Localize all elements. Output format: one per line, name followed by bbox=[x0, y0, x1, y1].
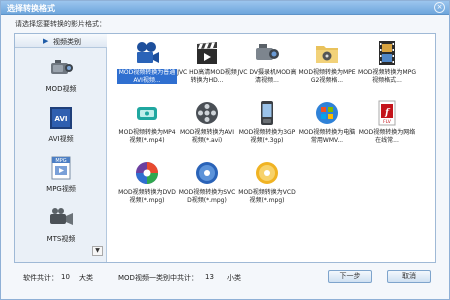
title-bar[interactable]: 选择转换格式 × bbox=[1, 1, 449, 15]
format-label: MOD视频转换为VCD视频(*.mpg) bbox=[238, 189, 296, 204]
software-total-label: 软件共计： bbox=[23, 274, 58, 282]
format-label: MOD视频转换为SVCD视频(*.mpg) bbox=[178, 189, 236, 204]
category-item-mod[interactable]: MOD视频 bbox=[15, 52, 107, 98]
format-label: MOD视频转换为AVI视频(*.avi) bbox=[179, 129, 235, 144]
software-total-value: 10 bbox=[61, 273, 70, 281]
format-label: MOD视频转换为电脑常用WMV... bbox=[298, 129, 356, 144]
svcd-disc-icon bbox=[196, 162, 218, 184]
format-item[interactable]: JVC HD高清MOD视频转换为HD... bbox=[177, 37, 237, 97]
category-total-label: MOD视频一类别中共计： bbox=[118, 274, 198, 282]
flash-flv-icon: f FLV bbox=[378, 100, 396, 126]
category-label: MOD视频 bbox=[45, 85, 77, 93]
expand-arrow-icon: ▶ bbox=[43, 37, 49, 45]
category-item-mpg[interactable]: MPG MPG视频 bbox=[15, 152, 107, 198]
category-sidebar: ▶ 视频类别 MOD视频 AVI AVI视频 MPG MPG视频 MTS视频 ▼ bbox=[15, 34, 107, 262]
format-item[interactable]: MOD视频转换为MP4视频(*.mp4) bbox=[117, 97, 177, 157]
dv-camcorder-icon bbox=[256, 44, 279, 60]
video-camera-icon bbox=[50, 208, 73, 225]
chevron-down-icon: ▼ bbox=[95, 247, 100, 254]
dvd-disc-icon bbox=[136, 162, 158, 184]
close-button[interactable]: × bbox=[434, 2, 445, 13]
category-label: MPG视频 bbox=[46, 185, 76, 193]
format-item[interactable]: MOD视频转换为普通AVI视频... bbox=[117, 37, 177, 97]
windows-media-icon bbox=[316, 102, 338, 124]
format-label: MOD视频转换为网络在线常... bbox=[358, 129, 416, 144]
format-item[interactable]: MOD视频转换为电脑常用WMV... bbox=[297, 97, 357, 157]
sidebar-header-label: 视频类别 bbox=[53, 38, 81, 46]
format-item[interactable]: MOD视频转换为VCD视频(*.mpg) bbox=[237, 157, 297, 217]
format-item[interactable]: MOD视频转换为MPEG2视频格... bbox=[297, 37, 357, 97]
format-label: MOD视频转换为普通AVI视频... bbox=[117, 69, 177, 84]
mobile-phone-icon bbox=[261, 101, 273, 125]
format-label: MOD视频转换为MPEG2视频格... bbox=[298, 69, 356, 84]
category-total-unit: 小类 bbox=[227, 274, 241, 282]
mp4-player-icon bbox=[137, 107, 157, 120]
format-prompt: 请选择您要转换的影片格式： bbox=[15, 20, 106, 28]
convert-format-dialog: 选择转换格式 × 请选择您要转换的影片格式： ▶ 视频类别 MOD视频 AVI … bbox=[0, 0, 450, 300]
next-button[interactable]: 下一步 bbox=[328, 270, 372, 283]
format-label: JVC DV摄录机MOD高清视频... bbox=[237, 69, 297, 84]
film-strip-icon bbox=[379, 41, 395, 65]
movie-camera-icon bbox=[137, 42, 159, 63]
format-item[interactable]: JVC DV摄录机MOD高清视频... bbox=[237, 37, 297, 97]
camcorder-icon bbox=[51, 60, 73, 74]
clapperboard-icon bbox=[197, 42, 217, 64]
film-reel-icon bbox=[196, 102, 218, 124]
software-total-unit: 大类 bbox=[79, 274, 93, 282]
format-grid: MOD视频转换为普通AVI视频... JVC HD高清MOD视频转换为HD...… bbox=[117, 37, 435, 261]
category-label: MTS视频 bbox=[46, 235, 76, 243]
format-label: MOD视频转换为DVD视频(*.mpg) bbox=[118, 189, 176, 204]
format-label: MOD视频转换为3GP视频(*.3gp) bbox=[238, 129, 296, 144]
scroll-down-button[interactable]: ▼ bbox=[92, 246, 103, 256]
category-total-value: 13 bbox=[205, 273, 214, 281]
category-item-avi[interactable]: AVI AVI视频 bbox=[15, 102, 107, 148]
format-item[interactable]: MOD视频转换为MPG视频格式... bbox=[357, 37, 417, 97]
category-item-mts[interactable]: MTS视频 bbox=[15, 202, 107, 248]
format-item[interactable]: f FLV MOD视频转换为网络在线常... bbox=[357, 97, 417, 157]
vcd-disc-icon bbox=[256, 162, 278, 184]
svg-text:MPG: MPG bbox=[55, 158, 66, 164]
dialog-title: 选择转换格式 bbox=[7, 4, 55, 13]
cancel-button[interactable]: 取消 bbox=[387, 270, 431, 283]
format-item[interactable]: MOD视频转换为AVI视频(*.avi) bbox=[177, 97, 237, 157]
format-label: JVC HD高清MOD视频转换为HD... bbox=[177, 69, 237, 84]
category-label: AVI视频 bbox=[48, 135, 74, 143]
format-item[interactable]: MOD视频转换为DVD视频(*.mpg) bbox=[117, 157, 177, 217]
dialog-footer: 软件共计： 10 大类 MOD视频一类别中共计： 13 小类 下一步 取消 bbox=[1, 263, 449, 299]
format-item[interactable]: MOD视频转换为SVCD视频(*.mpg) bbox=[177, 157, 237, 217]
format-item[interactable]: MOD视频转换为3GP视频(*.3gp) bbox=[237, 97, 297, 157]
svg-text:FLV: FLV bbox=[383, 119, 392, 125]
svg-text:AVI: AVI bbox=[55, 115, 68, 123]
format-label: MOD视频转换为MPG视频格式... bbox=[358, 69, 416, 84]
close-icon: × bbox=[436, 3, 443, 11]
mpg-file-icon: MPG bbox=[51, 156, 71, 180]
sidebar-header[interactable]: ▶ 视频类别 bbox=[15, 34, 107, 48]
format-label: MOD视频转换为MP4视频(*.mp4) bbox=[118, 129, 176, 144]
avi-file-icon: AVI bbox=[50, 107, 72, 129]
film-folder-icon bbox=[316, 46, 338, 63]
